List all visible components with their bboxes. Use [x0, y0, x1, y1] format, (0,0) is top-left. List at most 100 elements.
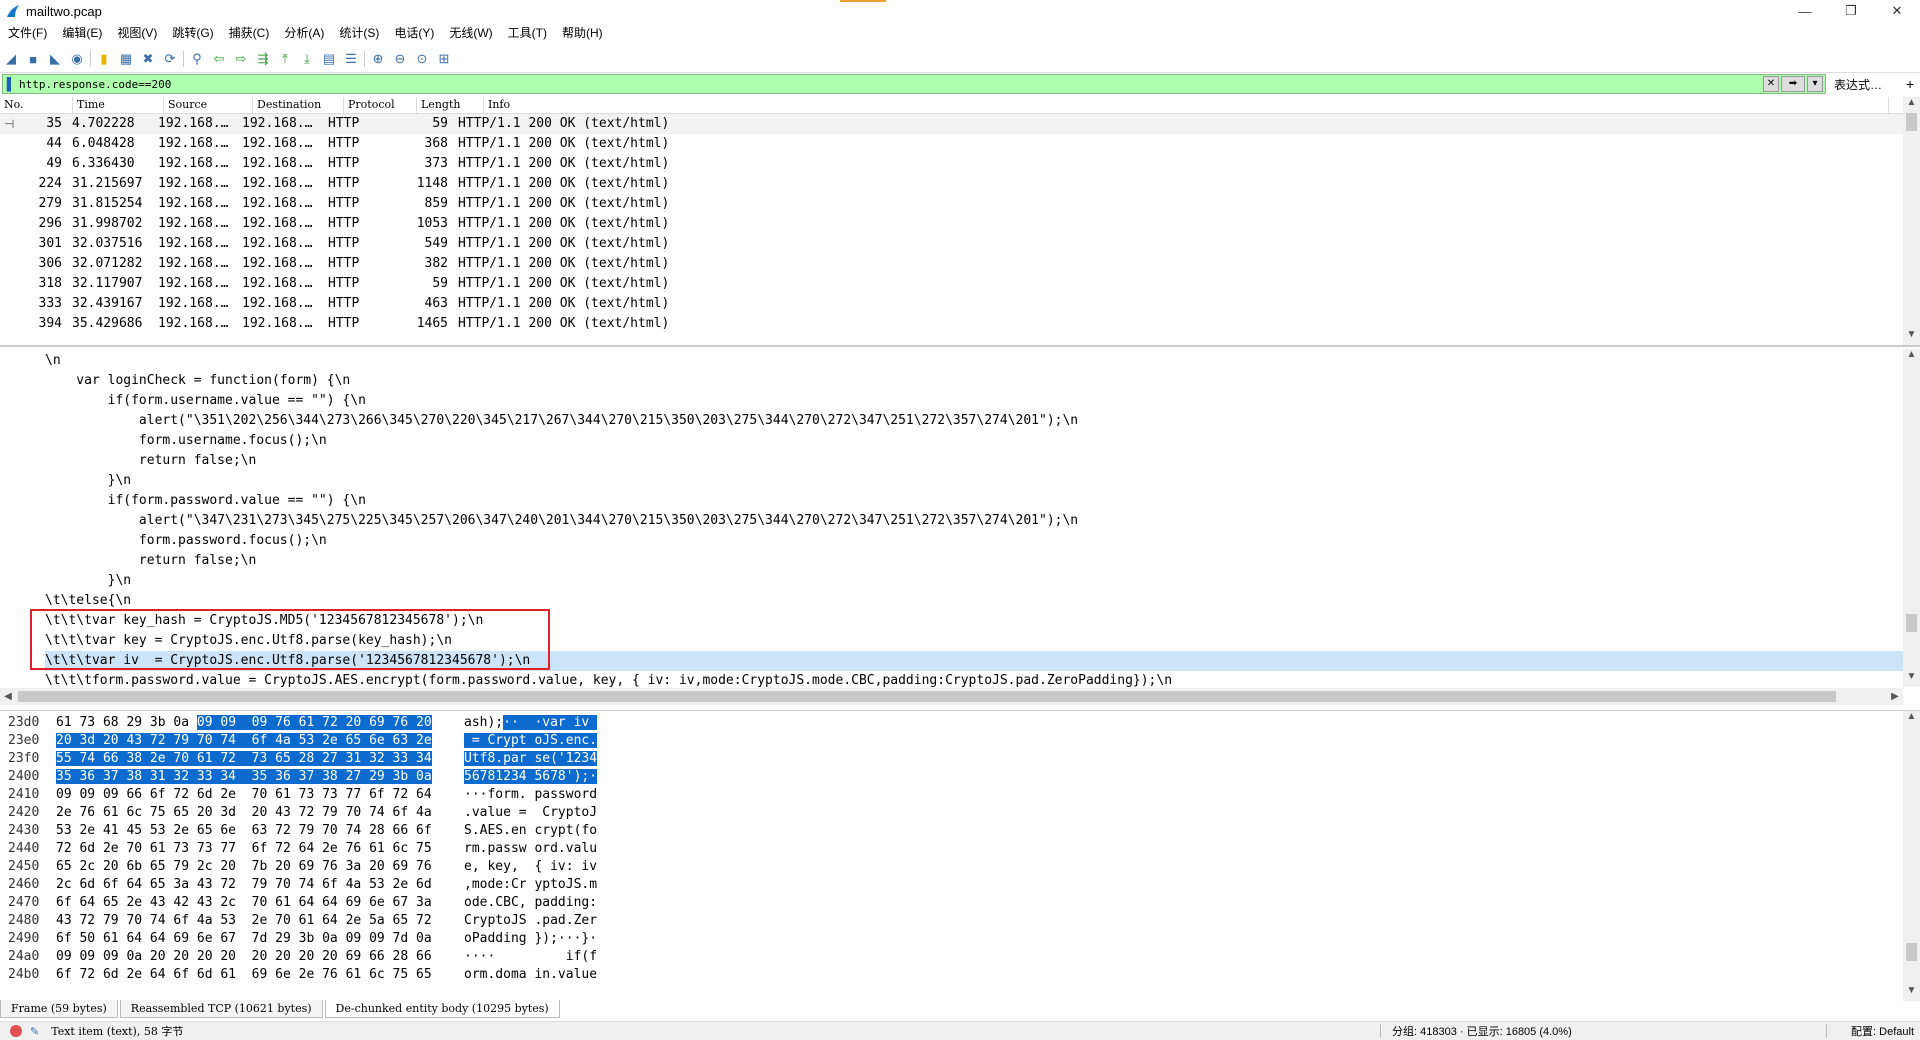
byte-ascii[interactable]: CryptoJS .pad.Zer	[464, 912, 597, 930]
zoom-normal-icon[interactable]: ⊙	[411, 48, 433, 70]
byte-hex[interactable]: 72 6d 2e 70 61 73 73 77 6f 72 64 2e 76 6…	[56, 840, 432, 858]
scroll-left-icon[interactable]: ◀	[0, 688, 16, 705]
stop-icon[interactable]: ■	[22, 48, 44, 70]
packet-row[interactable]: 35 4.702228 192.168.… 192.168.… HTTP 59 HTTP/1…	[0, 114, 1920, 134]
back-icon[interactable]: ⇦	[208, 48, 230, 70]
byte-row[interactable]: 2480 43 72 79 70 74 6f 4a 53 2e 70 61 64 …	[0, 912, 1920, 930]
menu-telephony[interactable]: 电话(Y)	[386, 22, 441, 44]
zoom-in-icon[interactable]: ⊕	[367, 48, 389, 70]
tab-dechunked-body[interactable]: De-chunked entity body (10295 bytes)	[324, 1000, 560, 1018]
scroll-down-icon[interactable]: ▼	[1903, 329, 1920, 345]
detail-line[interactable]: alert("\347\231\273\345\275\225\345\257\…	[45, 511, 1920, 531]
menu-tools[interactable]: 工具(T)	[500, 22, 554, 44]
byte-ascii[interactable]: S.AES.en crypt(fo	[464, 822, 597, 840]
close-button[interactable]: ✕	[1874, 0, 1920, 22]
byte-row[interactable]: 2450 65 2c 20 6b 65 79 2c 20 7b 20 69 76 …	[0, 858, 1920, 876]
filter-text[interactable]: http.response.code==200	[19, 78, 171, 91]
byte-row[interactable]: 23e0 20 3d 20 43 72 79 70 74 6f 4a 53 2e …	[0, 732, 1920, 750]
byte-hex[interactable]: 6f 72 6d 2e 64 6f 6d 61 69 6e 2e 76 61 6…	[56, 966, 432, 984]
find-icon[interactable]: ⚲	[186, 48, 208, 70]
byte-ascii[interactable]: ···· if(f	[464, 948, 597, 966]
byte-ascii[interactable]: Utf8.par se('1234	[464, 750, 598, 768]
byte-ascii[interactable]: orm.doma in.value	[464, 966, 597, 984]
byte-row[interactable]: 2410 09 09 09 66 6f 72 6d 2e 70 61 73 73 …	[0, 786, 1920, 804]
scroll-up-icon[interactable]: ▲	[1903, 349, 1920, 365]
packet-row[interactable]: 44 6.048428 192.168.… 192.168.… HTTP 368 HTTP/…	[0, 134, 1920, 154]
clear-filter-icon[interactable]: ✕	[1763, 76, 1779, 92]
byte-row[interactable]: 2400 35 36 37 38 31 32 33 34 35 36 37 38 …	[0, 768, 1920, 786]
column-destination[interactable]: Destination	[253, 97, 344, 113]
comment-icon[interactable]: ✎	[30, 1025, 39, 1038]
byte-ascii[interactable]: ···form. password	[464, 786, 597, 804]
detail-line[interactable]: if(form.username.value == "") {\n	[45, 391, 1920, 411]
detail-line[interactable]: var loginCheck = function(form) {\n	[45, 371, 1920, 391]
menu-statistics[interactable]: 统计(S)	[331, 22, 386, 44]
expert-info-icon[interactable]	[10, 1025, 22, 1037]
last-packet-icon[interactable]: ⤓	[296, 48, 318, 70]
zoom-out-icon[interactable]: ⊖	[389, 48, 411, 70]
byte-hex[interactable]: 09 09 09 0a 20 20 20 20 20 20 20 20 69 6…	[56, 948, 432, 966]
byte-hex[interactable]: 61 73 68 29 3b 0a 09 09 09 76 61 72 20 6…	[56, 714, 432, 732]
column-source[interactable]: Source	[164, 97, 253, 113]
scroll-thumb[interactable]	[18, 691, 1836, 702]
display-filter-input[interactable]: ▌ http.response.code==200 ✕ ➡ ▾	[2, 74, 1826, 94]
scroll-down-icon[interactable]: ▼	[1903, 985, 1920, 1001]
scroll-thumb[interactable]	[1906, 943, 1917, 961]
expression-button[interactable]: 表达式…	[1834, 76, 1882, 93]
detail-line[interactable]: }\n	[45, 571, 1920, 591]
byte-hex[interactable]: 55 74 66 38 2e 70 61 72 73 65 28 27 31 3…	[56, 750, 432, 768]
column-protocol[interactable]: Protocol	[344, 97, 417, 113]
menu-capture[interactable]: 捕获(C)	[221, 22, 277, 44]
detail-line[interactable]: \n	[45, 351, 1920, 371]
byte-row[interactable]: 2490 6f 50 61 64 64 69 6e 67 7d 29 3b 0a …	[0, 930, 1920, 948]
scroll-down-icon[interactable]: ▼	[1903, 671, 1920, 687]
byte-row[interactable]: 24a0 09 09 09 0a 20 20 20 20 20 20 20 20 …	[0, 948, 1920, 966]
byte-ascii[interactable]: ode.CBC, padding:	[464, 894, 597, 912]
goto-packet-icon[interactable]: ⇶	[252, 48, 274, 70]
forward-icon[interactable]: ⇨	[230, 48, 252, 70]
options-icon[interactable]: ◉	[66, 48, 88, 70]
add-filter-button[interactable]: +	[1906, 76, 1914, 92]
byte-hex[interactable]: 20 3d 20 43 72 79 70 74 6f 4a 53 2e 65 6…	[56, 732, 432, 750]
byte-ascii[interactable]: oPadding });···}·	[464, 930, 597, 948]
packet-list-scrollbar[interactable]: ▲ ▼	[1903, 97, 1920, 345]
byte-hex[interactable]: 35 36 37 38 31 32 33 34 35 36 37 38 27 2…	[56, 768, 432, 786]
column-no[interactable]: No.	[0, 97, 73, 113]
byte-row[interactable]: 2440 72 6d 2e 70 61 73 73 77 6f 72 64 2e …	[0, 840, 1920, 858]
byte-ascii[interactable]: .value = CryptoJ	[464, 804, 597, 822]
colorize-icon[interactable]: ☰	[340, 48, 362, 70]
menu-wireless[interactable]: 无线(W)	[441, 22, 499, 44]
tab-frame[interactable]: Frame (59 bytes)	[0, 1000, 118, 1018]
tab-reassembled-tcp[interactable]: Reassembled TCP (10621 bytes)	[119, 1000, 323, 1018]
scroll-up-icon[interactable]: ▲	[1903, 711, 1920, 727]
menu-view[interactable]: 视图(V)	[109, 22, 164, 44]
byte-hex[interactable]: 09 09 09 66 6f 72 6d 2e 70 61 73 73 77 6…	[56, 786, 432, 804]
byte-hex[interactable]: 53 2e 41 45 53 2e 65 6e 63 72 79 70 74 2…	[56, 822, 432, 840]
packet-row[interactable]: 279 31.815254 192.168.… 192.168.… HTTP 859 HTT…	[0, 194, 1920, 214]
byte-ascii[interactable]: e, key, { iv: iv	[464, 858, 597, 876]
menu-file[interactable]: 文件(F)	[0, 22, 54, 44]
byte-row[interactable]: 2470 6f 64 65 2e 43 42 43 2c 70 61 64 64 …	[0, 894, 1920, 912]
column-time[interactable]: Time	[73, 97, 164, 113]
detail-line[interactable]: form.username.focus();\n	[45, 431, 1920, 451]
byte-ascii[interactable]: = Crypt oJS.enc.	[464, 732, 598, 750]
minimize-button[interactable]: —	[1782, 0, 1828, 22]
detail-scrollbar[interactable]: ▲ ▼	[1903, 349, 1920, 687]
bytes-scrollbar[interactable]: ▲ ▼	[1903, 711, 1920, 1001]
detail-line[interactable]: form.password.focus();\n	[45, 531, 1920, 551]
apply-filter-icon[interactable]: ➡	[1781, 76, 1805, 92]
menu-help[interactable]: 帮助(H)	[554, 22, 610, 44]
scroll-thumb[interactable]	[1906, 614, 1917, 632]
scroll-right-icon[interactable]: ▶	[1887, 688, 1903, 705]
close-file-icon[interactable]: ✖	[137, 48, 159, 70]
packet-row[interactable]: 306 32.071282 192.168.… 192.168.… HTTP 382 HTT…	[0, 254, 1920, 274]
byte-ascii[interactable]: ash);·· ·var iv	[464, 714, 598, 732]
packet-row[interactable]: 318 32.117907 192.168.… 192.168.… HTTP 59 HTTP…	[0, 274, 1920, 294]
autoscroll-icon[interactable]: ▤	[318, 48, 340, 70]
byte-hex[interactable]: 2e 76 61 6c 75 65 20 3d 20 43 72 79 70 7…	[56, 804, 432, 822]
byte-row[interactable]: 2430 53 2e 41 45 53 2e 65 6e 63 72 79 70 …	[0, 822, 1920, 840]
byte-hex[interactable]: 2c 6d 6f 64 65 3a 43 72 79 70 74 6f 4a 5…	[56, 876, 432, 894]
byte-ascii[interactable]: ,mode:Cr yptoJS.m	[464, 876, 597, 894]
byte-row[interactable]: 2420 2e 76 61 6c 75 65 20 3d 20 43 72 79 …	[0, 804, 1920, 822]
detail-line[interactable]: return false;\n	[45, 551, 1920, 571]
